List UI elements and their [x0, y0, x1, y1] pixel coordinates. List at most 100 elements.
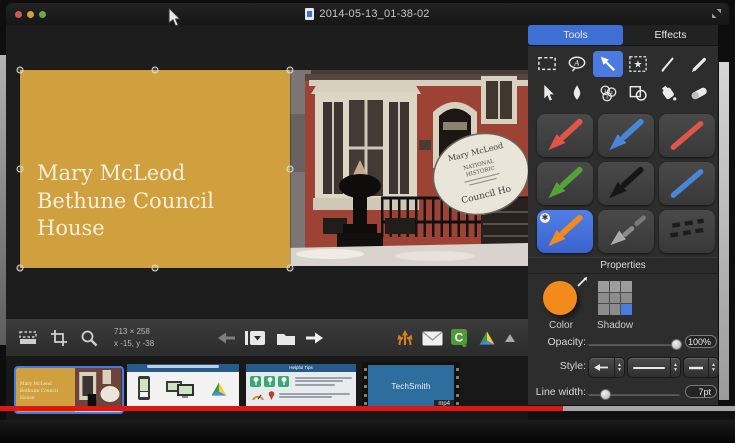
shadow-label: Shadow: [597, 320, 634, 331]
preset-blue-arrow[interactable]: [598, 114, 654, 157]
highlighter-tool-icon[interactable]: [684, 51, 714, 77]
color-well[interactable]: [543, 281, 577, 315]
handle-bottom-center[interactable]: [151, 264, 159, 272]
handle-top-right[interactable]: [286, 66, 294, 74]
line-width-row: Line width: 7pt: [528, 383, 718, 403]
line-width-slider[interactable]: [588, 389, 680, 400]
svg-text:C: C: [455, 331, 464, 345]
email-share-icon[interactable]: [422, 330, 443, 346]
callout-tool-icon[interactable]: A: [562, 51, 592, 77]
arrow-start-stepper[interactable]: ▲ ▼: [588, 357, 625, 378]
resize-canvas-icon[interactable]: [18, 330, 38, 346]
desktop-edge-right: [719, 62, 729, 400]
properties-wells: Color Shadow: [528, 274, 718, 336]
pin-icon: [264, 375, 275, 387]
opacity-slider-knob[interactable]: [671, 339, 682, 350]
cursor-coordinates: x -15, y -38: [114, 339, 155, 348]
player-bottom-area: [0, 420, 735, 443]
magnifier-icon[interactable]: [80, 329, 98, 347]
eraser-tool-icon[interactable]: [684, 80, 714, 106]
sidebar-tabs: Tools Effects: [528, 25, 718, 46]
opacity-row: Opacity: 100%: [528, 333, 718, 353]
preset-dashed-line[interactable]: [659, 210, 715, 253]
line-width-value: 7pt: [685, 385, 717, 398]
thumbnail-slide-devices[interactable]: [127, 364, 239, 411]
handle-mid-left[interactable]: [16, 165, 24, 173]
thumbnail-techsmith-video[interactable]: TechSmith mp4: [362, 362, 460, 411]
line-width-slider-knob[interactable]: [600, 389, 611, 400]
crop-icon[interactable]: [50, 329, 68, 347]
back-arrow-icon[interactable]: [218, 331, 236, 345]
title-bar: 2014-05-13_01-38-02: [6, 3, 729, 25]
handle-bottom-right[interactable]: [286, 264, 294, 272]
properties-header: Properties: [528, 257, 718, 274]
library-icon[interactable]: [245, 330, 267, 346]
thumbnail3-header: Helpful Tips: [246, 364, 356, 372]
tab-tools[interactable]: Tools: [528, 25, 623, 45]
step-tool-icon[interactable]: 123: [593, 80, 623, 106]
image-dimensions: 713 × 258: [114, 327, 150, 337]
stamp-tool-icon[interactable]: ★: [623, 51, 653, 77]
title-card-object[interactable]: Mary McLeod Bethune Council House: [20, 70, 290, 268]
video-progress-played[interactable]: [0, 406, 563, 411]
preset-orange-arrow-selected[interactable]: ✱: [537, 210, 593, 253]
monitors-icon: [166, 381, 194, 398]
preset-black-arrow[interactable]: [598, 162, 654, 205]
svg-text:2: 2: [610, 90, 613, 95]
handle-top-center[interactable]: [151, 66, 159, 74]
mouse-cursor: [168, 8, 182, 27]
svg-text:A: A: [574, 58, 580, 67]
arrow-tool-icon[interactable]: [592, 51, 623, 77]
handle-mid-right[interactable]: [286, 165, 294, 173]
handle-top-left[interactable]: [16, 66, 24, 74]
video-frame: 2014-05-13_01-38-02 Mary McLeod NATIONAL…: [0, 0, 735, 443]
techsmith-logo-text: TechSmith: [391, 382, 431, 391]
building-photo: Mary McLeod NATIONAL HISTORIC Council Ho: [285, 70, 528, 266]
style-row: Style: ▲ ▼ ▲ ▼ ▲ ▼: [528, 357, 719, 378]
bottom-toolbar: 713 × 258 x -15, y -38 C: [6, 318, 528, 357]
shape-tool-icon[interactable]: [623, 80, 653, 106]
video-progress-remaining[interactable]: [563, 406, 735, 411]
share-output-icon[interactable]: [396, 329, 414, 347]
tool-grid: A ★ 123: [528, 46, 718, 108]
map-pin-icon: [268, 391, 275, 400]
preset-red-line[interactable]: [659, 114, 715, 157]
handle-bottom-left[interactable]: [16, 264, 24, 272]
fill-tool-icon[interactable]: [653, 80, 683, 106]
preset-gray-segmented-arrow[interactable]: [598, 210, 654, 253]
google-drive-share-icon[interactable]: [477, 329, 497, 347]
thumbnail-helpful-tips[interactable]: Helpful Tips: [246, 364, 356, 411]
selection-tool-icon[interactable]: [532, 51, 562, 77]
window-title: 2014-05-13_01-38-02: [319, 8, 430, 20]
color-label: Color: [549, 320, 573, 331]
film-sprockets-right: [454, 362, 460, 411]
preset-red-arrow[interactable]: [537, 114, 593, 157]
pin-icon: [278, 375, 289, 387]
forward-arrow-icon[interactable]: [305, 331, 323, 345]
sidebar: Tools Effects A ★ 1 2 3 ✱ Properties Col…: [528, 25, 719, 405]
phone-icon: [138, 376, 150, 400]
document-icon: [305, 8, 315, 20]
camtasia-share-icon[interactable]: C: [451, 329, 469, 347]
preset-green-arrow[interactable]: [537, 162, 593, 205]
preset-blue-line[interactable]: [659, 162, 715, 205]
opacity-slider[interactable]: [588, 339, 682, 350]
editor-canvas: Mary McLeod NATIONAL HISTORIC Council Ho…: [6, 25, 528, 318]
blur-tool-icon[interactable]: [562, 80, 592, 106]
color-pen-icon: [576, 276, 588, 291]
arrow-end-stepper[interactable]: ▲ ▼: [683, 357, 719, 378]
move-tool-icon[interactable]: [532, 80, 562, 106]
stepper-up-down-icon[interactable]: ▲ ▼: [670, 358, 680, 377]
title-card-text: Mary McLeod Bethune Council House: [37, 161, 214, 241]
more-outputs-icon[interactable]: [505, 334, 515, 342]
stepper-up-down-icon[interactable]: ▲ ▼: [614, 358, 624, 377]
pen-tool-icon[interactable]: [653, 51, 683, 77]
fullscreen-icon[interactable]: [711, 8, 722, 22]
line-style-stepper[interactable]: ▲ ▼: [627, 357, 681, 378]
folder-icon[interactable]: [276, 331, 296, 346]
stepper-up-down-icon[interactable]: ▲ ▼: [708, 358, 718, 377]
tab-effects[interactable]: Effects: [623, 25, 718, 45]
pin-icon: [250, 375, 261, 387]
preset-settings-gear-icon[interactable]: ✱: [540, 213, 550, 223]
shadow-well[interactable]: [598, 281, 632, 315]
